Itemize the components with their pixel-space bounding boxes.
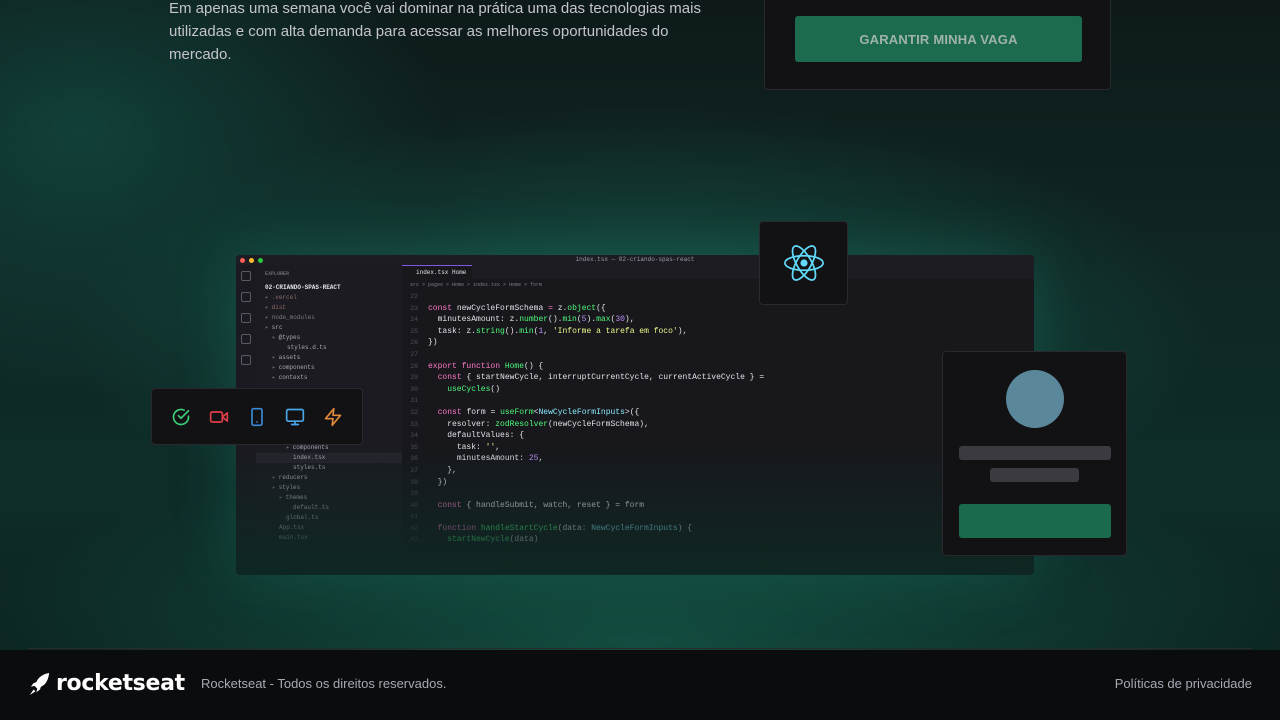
line-number: 30 bbox=[410, 385, 418, 393]
footer bbox=[0, 650, 1280, 720]
tree-item: assets bbox=[256, 353, 402, 363]
source-control-icon bbox=[241, 313, 251, 323]
tree-item: styles.d.ts bbox=[287, 344, 327, 351]
search-icon bbox=[241, 292, 251, 302]
name-placeholder bbox=[959, 446, 1111, 460]
tree-item: contexts bbox=[256, 373, 402, 383]
line-number: 40 bbox=[410, 501, 418, 509]
guarantee-spot-button[interactable]: GARANTIR MINHA VAGA bbox=[795, 16, 1082, 62]
tree-item: styles bbox=[256, 483, 402, 493]
line-number: 41 bbox=[410, 513, 418, 521]
tree-item: index.tsx bbox=[256, 453, 402, 463]
tree-item: dist bbox=[256, 303, 402, 313]
media-toolbar bbox=[151, 388, 363, 445]
code-lines: 22 23 const newCycleFormSchema = z.object… bbox=[402, 291, 1034, 546]
profile-card-mockup bbox=[942, 351, 1127, 556]
line-number: 27 bbox=[410, 350, 418, 358]
tree-item: node_modules bbox=[256, 313, 402, 323]
copyright-text: Rocketseat - Todos os direitos reservado… bbox=[201, 676, 447, 691]
rocketseat-logo[interactable]: rocketseat bbox=[29, 671, 185, 696]
tree-item: main.tsx bbox=[279, 534, 308, 541]
line-number: 43 bbox=[410, 536, 418, 544]
privacy-policy-link[interactable]: Políticas de privacidade bbox=[1115, 676, 1252, 691]
footer-divider bbox=[28, 648, 1252, 649]
tree-item: src bbox=[256, 323, 402, 333]
tree-item: components bbox=[256, 363, 402, 373]
tree-item: global.ts bbox=[286, 514, 319, 521]
line-number: 38 bbox=[410, 478, 418, 486]
extensions-icon bbox=[241, 355, 251, 365]
monitor-icon[interactable] bbox=[285, 407, 305, 427]
line-number: 39 bbox=[410, 490, 418, 498]
rocket-icon bbox=[29, 672, 50, 695]
react-icon bbox=[783, 245, 824, 281]
line-number: 37 bbox=[410, 466, 418, 474]
files-icon bbox=[241, 271, 251, 281]
line-number: 23 bbox=[410, 304, 418, 312]
phone-icon[interactable] bbox=[247, 407, 267, 427]
code-area: index.tsx Home src > pages > Home > inde… bbox=[402, 265, 1034, 575]
line-number: 29 bbox=[410, 374, 418, 382]
line-number: 24 bbox=[410, 316, 418, 324]
tree-item: styles.ts bbox=[293, 464, 326, 471]
editor-tabbar: index.tsx Home bbox=[402, 265, 1034, 279]
check-circle-icon[interactable] bbox=[171, 407, 191, 427]
project-name: 02-CRIANDO-SPAS-REACT bbox=[265, 284, 341, 291]
tab-index-tsx[interactable]: index.tsx Home bbox=[402, 265, 472, 279]
line-number: 32 bbox=[410, 408, 418, 416]
cta-card: GARANTIR MINHA VAGA bbox=[764, 0, 1111, 90]
tree-item: @types bbox=[256, 333, 402, 343]
line-number: 35 bbox=[410, 443, 418, 451]
editor-titlebar: index.tsx — 02-criando-spas-react bbox=[236, 255, 1034, 265]
line-number: 31 bbox=[410, 397, 418, 405]
subtitle-placeholder bbox=[990, 468, 1079, 482]
react-badge bbox=[759, 221, 848, 305]
video-icon[interactable] bbox=[209, 407, 229, 427]
explorer-header: EXPLORER bbox=[265, 271, 290, 277]
editor-window-title: index.tsx — 02-criando-spas-react bbox=[575, 256, 695, 263]
debug-icon bbox=[241, 334, 251, 344]
tree-item: reducers bbox=[256, 473, 402, 483]
avatar bbox=[1006, 370, 1064, 428]
tree-item: App.tsx bbox=[279, 524, 305, 531]
brand-name: rocketseat bbox=[56, 671, 185, 696]
hero-intro-text: Em apenas uma semana você vai dominar na… bbox=[169, 0, 701, 63]
tree-item: .vercel bbox=[256, 293, 402, 303]
line-number: 25 bbox=[410, 327, 418, 335]
line-number: 36 bbox=[410, 455, 418, 463]
line-number: 28 bbox=[410, 362, 418, 370]
zap-icon[interactable] bbox=[323, 407, 343, 427]
profile-action-button[interactable] bbox=[959, 504, 1111, 538]
line-number: 26 bbox=[410, 339, 418, 347]
line-number: 22 bbox=[410, 293, 418, 300]
tree-item: themes bbox=[256, 493, 402, 503]
tree-item: default.ts bbox=[293, 504, 330, 511]
breadcrumb: src > pages > Home > index.tsx > Home > … bbox=[410, 282, 543, 288]
line-number: 34 bbox=[410, 432, 418, 440]
line-number: 42 bbox=[410, 524, 418, 532]
line-number: 33 bbox=[410, 420, 418, 428]
